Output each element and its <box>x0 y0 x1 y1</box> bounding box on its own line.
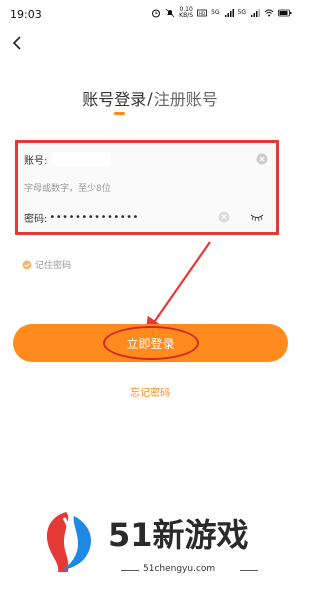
account-row: 账号: <box>24 145 270 173</box>
speed-unit: KB/S <box>179 12 194 19</box>
account-label: 账号: <box>24 155 48 167</box>
forgot-password-link[interactable]: 忘记密码 <box>0 384 300 399</box>
password-input[interactable]: •••••••••••••• <box>49 212 139 223</box>
alarm-icon <box>151 8 161 18</box>
network-label-2: 5G <box>237 9 246 16</box>
active-tab-indicator <box>114 112 125 115</box>
remember-label: 记住密码 <box>35 261 72 271</box>
watermark-url: 51chengyu.com <box>143 564 216 574</box>
tab-register[interactable]: 注册账号 <box>154 86 218 110</box>
remember-password[interactable]: 记住密码 <box>22 258 71 271</box>
annotation-circle <box>103 326 199 360</box>
watermark-divider-right <box>240 570 258 571</box>
title-row: 账号登录 / 注册账号 <box>0 86 300 110</box>
back-button[interactable] <box>8 32 26 54</box>
network-speed: 0.10 KB/S <box>179 7 193 19</box>
password-row: 密码: •••••••••••••• <box>24 203 270 231</box>
watermark-logo <box>38 508 100 574</box>
clear-icon[interactable] <box>256 153 268 165</box>
status-time: 19:03 <box>10 8 42 21</box>
chevron-left-icon <box>12 36 21 50</box>
battery-icon <box>278 8 292 18</box>
svg-text:HD: HD <box>199 11 205 16</box>
title-separator: / <box>147 88 153 108</box>
login-form: 账号: 字母或数字，至少8位 密码: •••••••••••••• <box>15 140 279 235</box>
watermark-divider-left <box>121 570 139 571</box>
wifi-icon <box>264 8 274 18</box>
check-icon <box>22 260 32 270</box>
hint-row: 字母或数字，至少8位 <box>24 173 270 201</box>
account-input[interactable] <box>53 152 112 166</box>
status-bar: 19:03 0.10 KB/S HD 5G 5G <box>0 0 300 28</box>
watermark-title: 51新游戏 <box>108 516 249 554</box>
account-hint: 字母或数字，至少8位 <box>24 183 111 194</box>
password-label: 密码: <box>24 213 48 225</box>
network-label-1: 5G <box>211 9 220 16</box>
signal-icon-2 <box>250 8 260 18</box>
hd-icon: HD <box>197 8 207 18</box>
bell-off-icon <box>165 8 175 18</box>
clear-password-icon[interactable] <box>218 211 230 223</box>
eye-closed-icon[interactable] <box>250 212 264 222</box>
signal-icon <box>224 8 234 18</box>
tab-login[interactable]: 账号登录 <box>82 86 146 110</box>
status-icons: 0.10 KB/S HD 5G 5G <box>151 7 292 19</box>
